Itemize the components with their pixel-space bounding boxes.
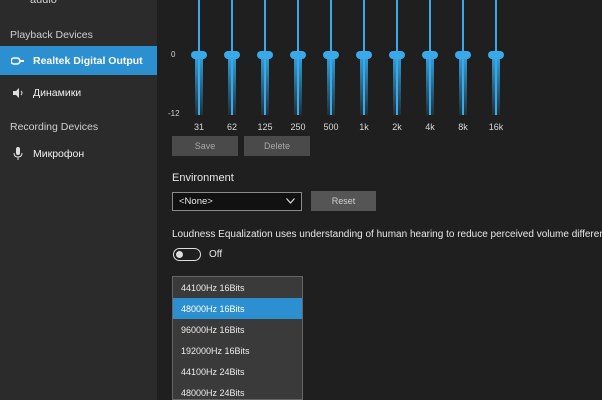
- eq-freq-label: 500: [323, 122, 339, 132]
- eq-freq-label: 4k: [425, 122, 435, 132]
- loudness-toggle[interactable]: [173, 248, 201, 261]
- environment-select[interactable]: <None>: [172, 192, 302, 211]
- eq-slider-thumb[interactable]: [389, 51, 405, 59]
- eq-freq-label: 16k: [488, 122, 504, 132]
- dropdown-option[interactable]: 48000Hz 24Bits: [173, 382, 302, 399]
- eq-band-1k[interactable]: [354, 0, 374, 115]
- eq-freq-label: 1k: [359, 122, 369, 132]
- eq-slider-thumb[interactable]: [356, 51, 372, 59]
- sidebar: audio Playback Devices Realtek Digital O…: [0, 0, 157, 400]
- sidebar-top-item-label: audio: [30, 0, 57, 6]
- sidebar-item-label: Микрофон: [33, 147, 85, 160]
- toggle-knob: [176, 250, 183, 258]
- dropdown-option[interactable]: 192000Hz 16Bits: [173, 340, 302, 361]
- dropdown-option-selected[interactable]: 48000Hz 16Bits: [173, 298, 302, 319]
- eq-slider-thumb[interactable]: [323, 51, 339, 59]
- eq-slider-thumb[interactable]: [224, 51, 240, 59]
- playback-devices-heading: Playback Devices: [10, 29, 93, 41]
- eq-freq-label: 62: [226, 122, 237, 132]
- chevron-down-icon: [286, 196, 295, 207]
- eq-slider-thumb[interactable]: [455, 51, 471, 59]
- speaker-icon: [11, 86, 25, 100]
- eq-band-31[interactable]: [189, 0, 209, 115]
- eq-band-250[interactable]: [288, 0, 308, 115]
- eq-band-500[interactable]: [321, 0, 341, 115]
- eq-freq-label: 2k: [392, 122, 402, 132]
- sidebar-item-microphone[interactable]: Микрофон: [0, 139, 157, 168]
- loudness-description: Loudness Equalization uses understanding…: [172, 229, 602, 240]
- sample-format-dropdown[interactable]: 44100Hz 16Bits 48000Hz 16Bits 96000Hz 16…: [172, 276, 303, 400]
- reset-button[interactable]: Reset: [311, 191, 376, 211]
- eq-scale-zero: 0: [171, 50, 176, 59]
- eq-slider-thumb[interactable]: [488, 51, 504, 59]
- eq-band-8k[interactable]: [453, 0, 473, 115]
- sidebar-item-speakers[interactable]: Динамики: [0, 78, 157, 107]
- sidebar-item-label: Динамики: [33, 86, 82, 99]
- eq-slider-thumb[interactable]: [422, 51, 438, 59]
- dropdown-option[interactable]: 96000Hz 16Bits: [173, 319, 302, 340]
- save-button[interactable]: Save: [172, 136, 238, 156]
- eq-freq-label: 250: [290, 122, 306, 132]
- eq-slider-thumb[interactable]: [191, 51, 207, 59]
- environment-select-value: <None>: [179, 196, 213, 207]
- recording-devices-heading: Recording Devices: [10, 121, 99, 133]
- dropdown-option[interactable]: 44100Hz 24Bits: [173, 361, 302, 382]
- delete-button[interactable]: Delete: [244, 136, 310, 156]
- eq-slider-thumb[interactable]: [257, 51, 273, 59]
- environment-label: Environment: [172, 172, 234, 184]
- microphone-icon: [11, 147, 25, 161]
- digital-output-icon: [11, 54, 25, 68]
- eq-band-2k[interactable]: [387, 0, 407, 115]
- dropdown-option[interactable]: 44100Hz 16Bits: [173, 277, 302, 298]
- eq-freq-label: 125: [257, 122, 273, 132]
- loudness-toggle-state: Off: [209, 249, 223, 260]
- eq-band-62[interactable]: [222, 0, 242, 115]
- eq-band-16k[interactable]: [486, 0, 506, 115]
- sidebar-item-label: Realtek Digital Output: [33, 54, 143, 67]
- main-panel: 0 -12 31 62 125 250 500 1k 2k 4k 8k 16k …: [157, 0, 602, 400]
- eq-slider-thumb[interactable]: [290, 51, 306, 59]
- eq-freq-label: 31: [193, 122, 204, 132]
- eq-scale-min: -12: [168, 109, 180, 118]
- eq-band-4k[interactable]: [420, 0, 440, 115]
- eq-band-125[interactable]: [255, 0, 275, 115]
- eq-freq-label: 8k: [458, 122, 468, 132]
- sidebar-item-realtek-digital-output[interactable]: Realtek Digital Output: [0, 46, 157, 75]
